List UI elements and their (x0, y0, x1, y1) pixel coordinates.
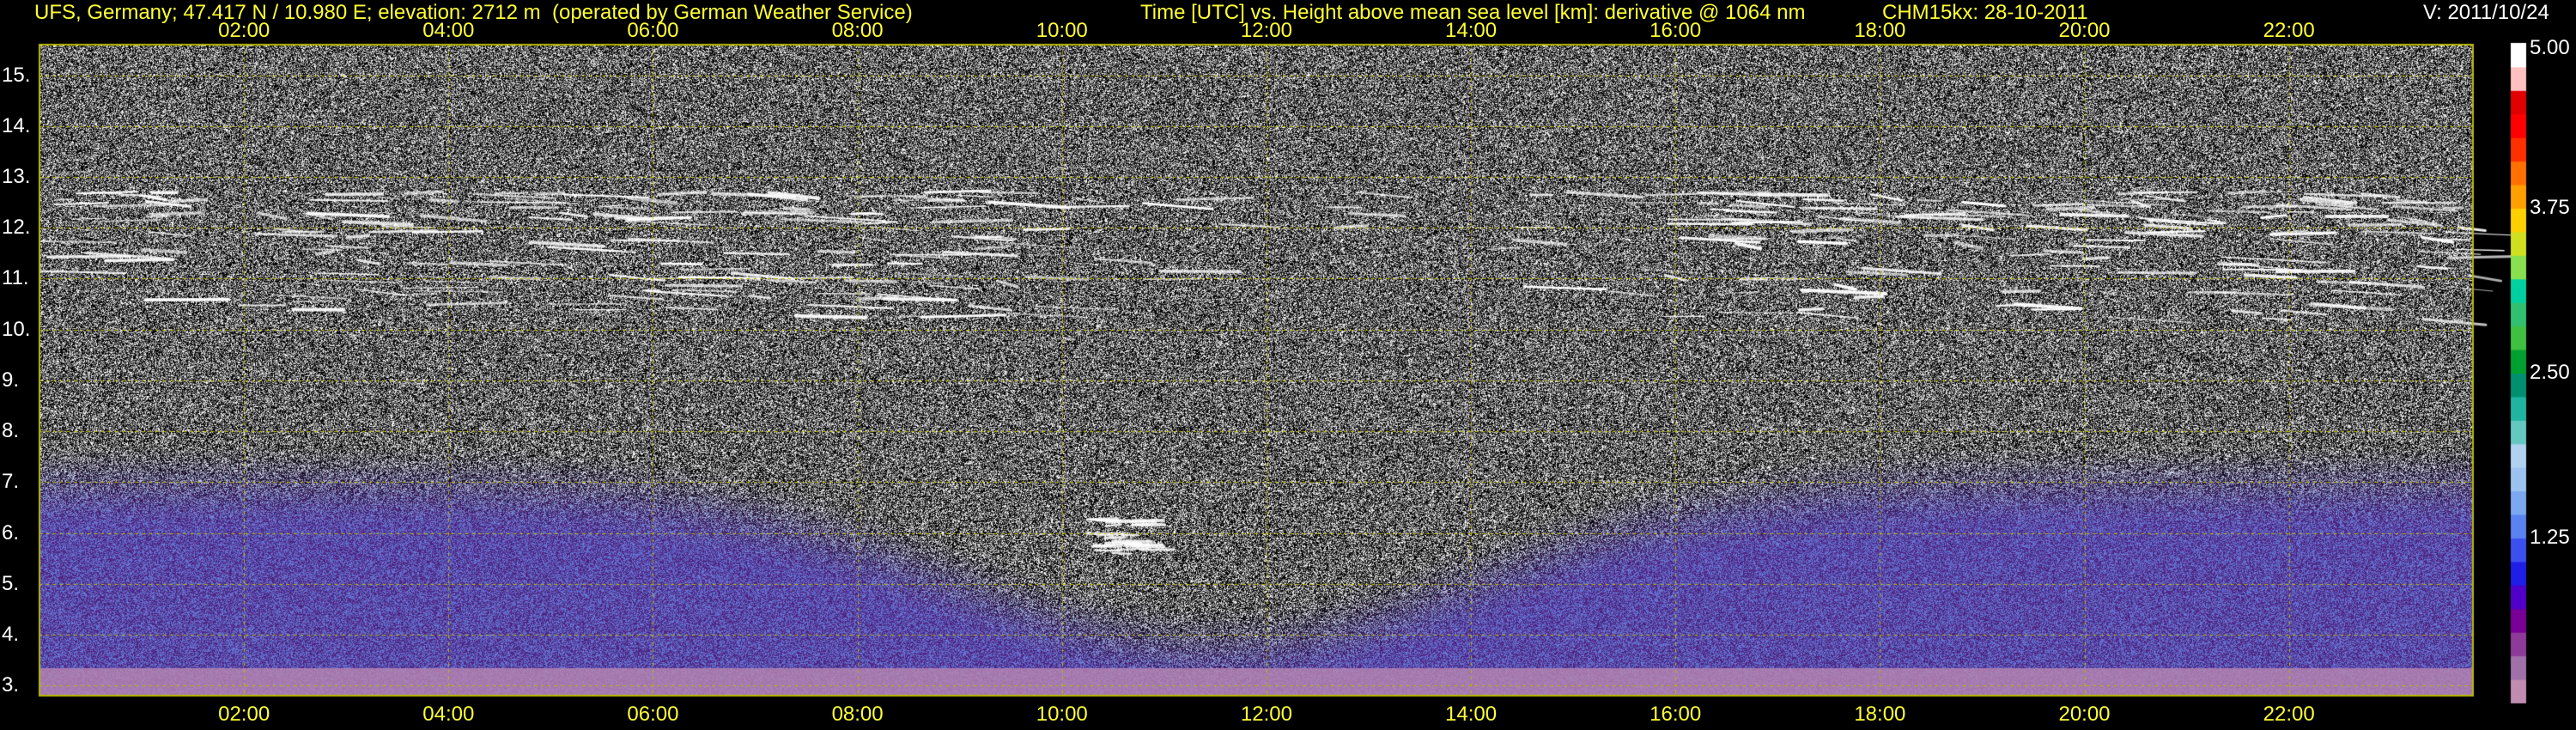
y-tick-label: 10. (2, 317, 31, 341)
x-tick-label-bottom: 12:00 (1240, 703, 1292, 726)
y-tick-label: 4. (2, 622, 20, 646)
y-tick-label: 15. (2, 63, 31, 87)
y-tick-label: 14. (2, 113, 31, 137)
x-tick-label-bottom: 02:00 (218, 703, 270, 726)
x-tick-label-top: 04:00 (422, 19, 475, 42)
colorbar-label: 5.00 (2530, 36, 2570, 59)
y-tick-label: 8. (2, 419, 20, 443)
x-tick-label-bottom: 06:00 (627, 703, 679, 726)
x-tick-label-bottom: 10:00 (1036, 703, 1088, 726)
x-tick-label-top: 14:00 (1445, 19, 1498, 42)
x-tick-label-bottom: 16:00 (1649, 703, 1702, 726)
y-tick-label: 9. (2, 368, 20, 392)
x-tick-label-top: 10:00 (1036, 19, 1088, 42)
instrument-date: CHM15kx: 28-10-2011 (1882, 1, 2088, 24)
x-tick-label-bottom: 04:00 (422, 703, 475, 726)
ceilometer-heatmap (0, 0, 2576, 730)
x-tick-label-top: 22:00 (2263, 19, 2315, 42)
y-tick-label: 5. (2, 571, 20, 595)
y-tick-label: 13. (2, 164, 31, 188)
version-label: V: 2011/10/24 (2423, 1, 2549, 24)
x-tick-label-top: 02:00 (218, 19, 270, 42)
colorbar-label: 3.75 (2530, 196, 2570, 219)
x-tick-label-top: 06:00 (627, 19, 679, 42)
colorbar-label: 1.25 (2530, 526, 2570, 549)
x-tick-label-bottom: 20:00 (2058, 703, 2111, 726)
x-tick-label-top: 18:00 (1854, 19, 1906, 42)
y-tick-label: 6. (2, 520, 20, 544)
x-tick-label-bottom: 22:00 (2263, 703, 2315, 726)
x-tick-label-top: 20:00 (2058, 19, 2111, 42)
y-tick-label: 11. (2, 266, 29, 290)
x-tick-label-top: 08:00 (831, 19, 884, 42)
y-tick-label: 7. (2, 470, 20, 494)
x-tick-label-bottom: 08:00 (831, 703, 884, 726)
colorbar-label: 2.50 (2530, 361, 2570, 384)
x-tick-label-bottom: 18:00 (1854, 703, 1906, 726)
y-tick-label: 12. (2, 216, 31, 240)
x-tick-label-top: 16:00 (1649, 19, 1702, 42)
x-tick-label-top: 12:00 (1240, 19, 1292, 42)
x-tick-label-bottom: 14:00 (1445, 703, 1498, 726)
y-tick-label: 3. (2, 673, 20, 697)
